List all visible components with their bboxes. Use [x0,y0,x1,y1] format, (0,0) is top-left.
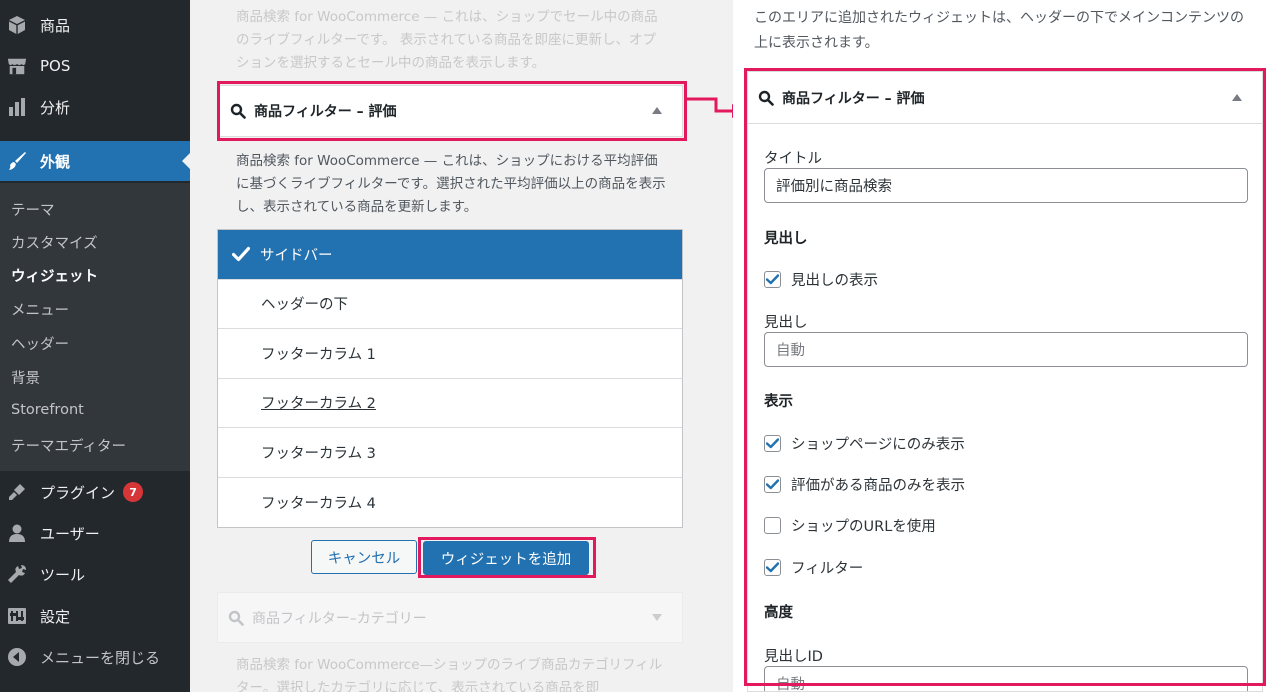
collapse-arrow-icon[interactable] [652,107,662,114]
nav-item-pos[interactable]: POS [0,46,190,86]
heading-id-label: 見出しID [764,649,823,665]
widget-header-category-filter[interactable]: 商品フィルター–カテゴリー [217,592,683,643]
admin-sidebar: 商品 POS 分析 外観 テーマ カスタマイズ ウィジェット メニュー ヘッダー… [0,0,190,692]
bar-chart-icon [7,97,27,117]
user-icon [7,523,27,543]
panel-widget-header[interactable]: 商品フィルター – 評価 [748,72,1262,124]
checkbox-checked-icon[interactable] [764,476,781,493]
show-heading-checkbox[interactable]: 見出しの表示 [764,269,878,290]
checkbox-checked-icon[interactable] [764,435,781,452]
title-label: タイトル [764,151,822,167]
collapse-menu-button[interactable]: メニューを閉じる [0,637,190,677]
submenu-widgets[interactable]: ウィジェット [11,265,98,286]
expand-arrow-icon[interactable] [652,613,662,621]
area-option-footer-2[interactable]: フッターカラム 2 [218,379,682,428]
option-shop-url-checkbox[interactable]: ショップのURLを使用 [764,515,936,536]
widget-description: 商品検索 for WooCommerce — これは、ショップにおける平均評価に… [236,153,666,215]
plugin-icon [7,482,27,502]
heading-section-title: 見出し [764,231,808,247]
search-icon [230,103,246,119]
nav-item-analytics[interactable]: 分析 [0,87,190,127]
submenu-themes[interactable]: テーマ [11,199,55,220]
widget-settings-panel: 商品フィルター – 評価 タイトル 評価別に商品検索 見出し 見出しの表示 見出… [747,71,1263,692]
heading-input[interactable]: 自動 [764,332,1248,367]
cube-icon [7,15,27,35]
display-section-title: 表示 [764,394,793,410]
collapse-arrow-icon[interactable] [1232,94,1242,101]
option-filter-checkbox[interactable]: フィルター [764,557,863,578]
widget-header-rating-filter[interactable]: 商品フィルター – 評価 [219,85,683,137]
checkbox-checked-icon[interactable] [764,559,781,576]
search-icon [228,610,244,626]
heading-label: 見出し [764,315,808,331]
nav-item-plugins[interactable]: プラグイン 7 [0,472,190,512]
wrench-icon [7,564,27,584]
area-option-below-header[interactable]: ヘッダーの下 [218,280,682,329]
widget-area-list: サイドバー ヘッダーの下 フッターカラム 1 フッターカラム 2 フッターカラム… [217,229,683,528]
checkmark-icon [232,246,250,262]
submenu-customize[interactable]: カスタマイズ [11,232,98,253]
submenu-storefront[interactable]: Storefront [11,402,84,418]
nav-item-tools[interactable]: ツール [0,554,190,594]
widget-title: 商品フィルター – 評価 [254,104,397,120]
area-option-footer-3[interactable]: フッターカラム 3 [218,428,682,478]
store-icon [7,56,27,76]
option-rated-only-checkbox[interactable]: 評価がある商品のみを表示 [764,474,965,495]
nav-item-products[interactable]: 商品 [0,5,190,45]
next-widget-description: 商品検索 for WooCommerce—ショップのライブ商品カテゴリフィルター… [236,657,663,692]
area-description: このエリアに追加されたウィジェットは、ヘッダーの下でメインコンテンツの上に表示さ… [754,10,1244,51]
area-option-footer-1[interactable]: フッターカラム 1 [218,329,682,379]
plugin-update-badge: 7 [123,482,144,502]
title-input[interactable]: 評価別に商品検索 [764,168,1248,203]
previous-widget-description: 商品検索 for WooCommerce — これは、ショップでセール中の商品の… [236,9,658,71]
add-widget-button[interactable]: ウィジェットを追加 [423,541,589,575]
submenu-menus[interactable]: メニュー [11,299,69,320]
advanced-section-title: 高度 [764,605,793,621]
appearance-submenu: テーマ カスタマイズ ウィジェット メニュー ヘッダー 背景 Storefron… [0,183,190,471]
nav-item-appearance[interactable]: 外観 [0,141,190,181]
panel-widget-title: 商品フィルター – 評価 [782,90,925,107]
submenu-header[interactable]: ヘッダー [11,333,69,354]
heading-id-input[interactable]: 自動 [764,666,1248,691]
next-widget-title: 商品フィルター–カテゴリー [252,610,427,627]
nav-item-users[interactable]: ユーザー [0,513,190,553]
settings-icon [7,606,27,626]
paintbrush-icon [7,151,27,171]
cancel-button[interactable]: キャンセル [311,540,417,574]
checkbox-checked-icon[interactable] [764,271,781,288]
collapse-icon [7,647,27,667]
search-icon [758,90,774,106]
area-option-footer-4[interactable]: フッターカラム 4 [218,478,682,528]
option-shop-only-checkbox[interactable]: ショップページにのみ表示 [764,433,965,454]
submenu-theme-editor[interactable]: テーマエディター [11,435,126,456]
submenu-background[interactable]: 背景 [11,367,40,388]
area-option-sidebar[interactable]: サイドバー [218,230,682,280]
checkbox-unchecked-icon[interactable] [764,517,781,534]
nav-item-settings[interactable]: 設定 [0,596,190,636]
